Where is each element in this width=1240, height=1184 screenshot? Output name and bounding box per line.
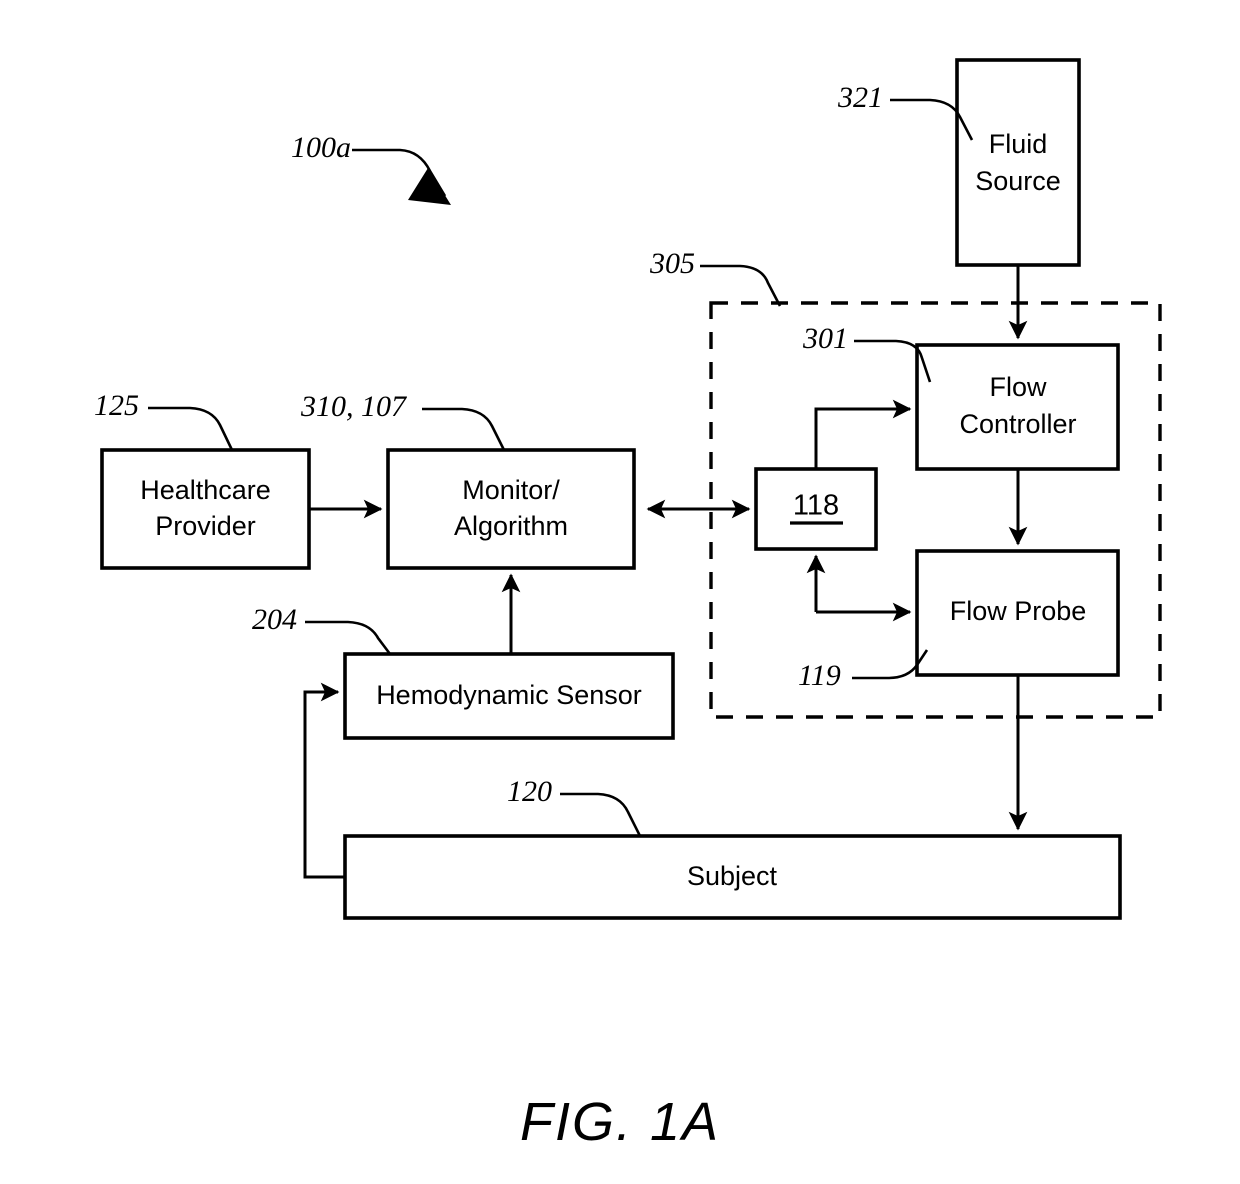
node-healthcare-provider-label-line-1: Healthcare [140, 475, 271, 505]
lead-204 [305, 620, 392, 655]
node-fluid-source-label-line-2: Source [975, 166, 1061, 196]
node-subject-label: Subject [687, 861, 778, 891]
ref-label-120: 120 [507, 775, 552, 808]
ref-label-310-107: 310, 107 [300, 390, 408, 423]
ref-label-204: 204 [252, 603, 297, 636]
lead-125 [148, 406, 234, 451]
ref-label-321: 321 [837, 81, 883, 114]
node-healthcare-provider-label-line-2: Provider [155, 511, 256, 541]
edge-subject-to-sensor [303, 682, 345, 879]
patent-figure: Healthcare Provider Monitor/ Algorithm H… [0, 0, 1240, 1184]
node-flow-controller-box[interactable] [915, 343, 1120, 471]
lead-310-107 [422, 407, 506, 451]
node-monitor-algorithm-label-line-1: Monitor/ [462, 475, 560, 505]
node-flow-controller-label-line-2: Controller [959, 409, 1076, 439]
diagram-canvas: Healthcare Provider Monitor/ Algorithm H… [94, 58, 1162, 1152]
node-monitor-algorithm-box[interactable] [386, 448, 636, 570]
node-monitor-algorithm-label-line-2: Algorithm [454, 511, 568, 541]
ref-label-100a: 100a [291, 131, 351, 164]
node-flow-controller-label-line-1: Flow [989, 372, 1047, 402]
ref-label-305: 305 [649, 247, 695, 280]
node-fluid-source-label-line-1: Fluid [989, 129, 1048, 159]
node-healthcare-provider-box[interactable] [100, 448, 311, 570]
lead-305 [700, 264, 782, 307]
node-fluid-source-box[interactable] [955, 58, 1081, 267]
ref-label-125: 125 [94, 389, 139, 422]
node-flow-probe-label: Flow Probe [950, 596, 1087, 626]
edge-interface118-to-flowcontroller [814, 399, 912, 469]
node-interface-118-label: 118 [793, 490, 839, 522]
ref-label-301: 301 [802, 322, 848, 355]
ref-label-119: 119 [798, 659, 841, 692]
figure-caption: FIG. 1A [520, 1092, 720, 1152]
node-hemodynamic-sensor-label: Hemodynamic Sensor [376, 680, 642, 710]
lead-100a-arrowhead [408, 168, 451, 205]
lead-120 [560, 792, 642, 837]
